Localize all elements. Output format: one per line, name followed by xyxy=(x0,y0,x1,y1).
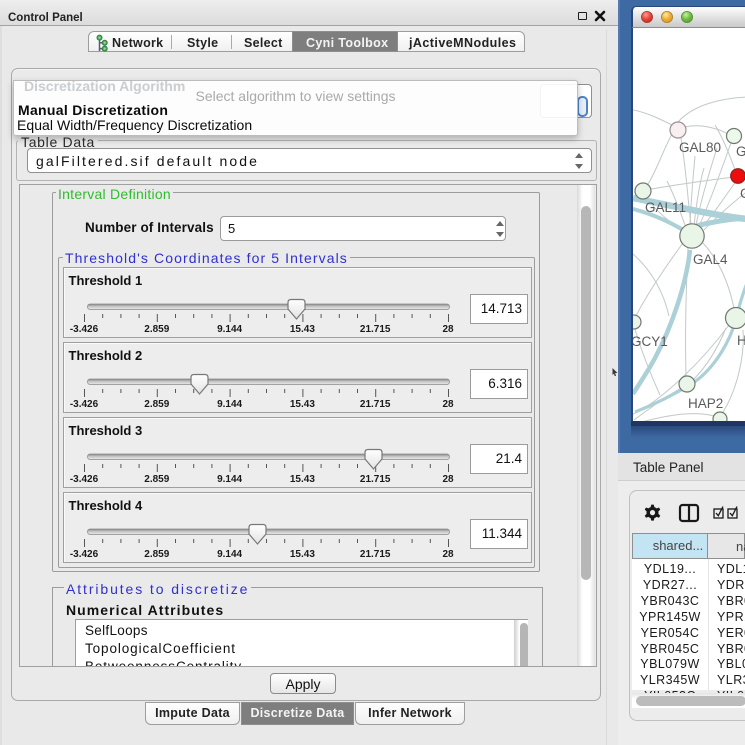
svg-text:GAL80: GAL80 xyxy=(679,140,721,155)
svg-text:GA: GA xyxy=(736,144,745,159)
svg-text:H: H xyxy=(737,333,745,348)
svg-text:HAP2: HAP2 xyxy=(688,396,723,411)
svg-text:GAL11: GAL11 xyxy=(645,200,686,215)
svg-text:GAL4: GAL4 xyxy=(693,252,728,267)
svg-text:C: C xyxy=(740,186,745,201)
svg-text:GCY1: GCY1 xyxy=(633,334,668,349)
